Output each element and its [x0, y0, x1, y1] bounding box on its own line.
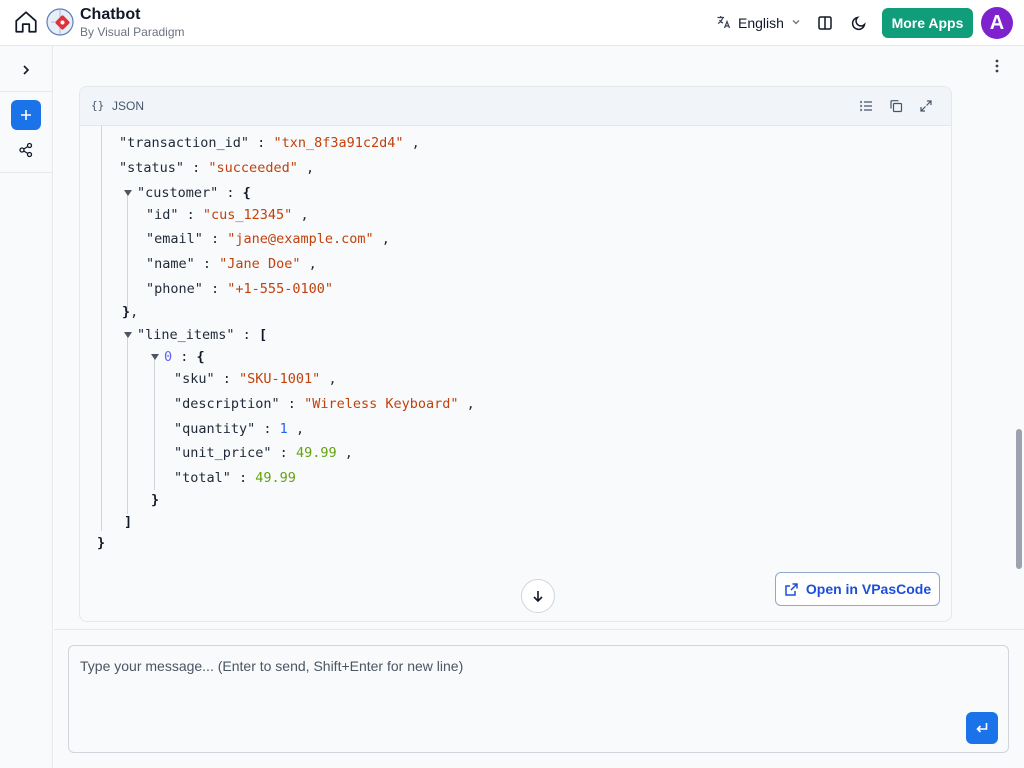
page-scrollbar[interactable] [1016, 429, 1022, 569]
tree-guide-line [127, 336, 128, 514]
json-line[interactable]: "line_items" : [ [124, 326, 267, 344]
open-in-vpascode-button[interactable]: Open in VPasCode [775, 572, 940, 606]
message-input[interactable] [69, 646, 1008, 752]
app-title: Chatbot [80, 6, 141, 23]
dark-mode-icon[interactable] [848, 12, 870, 34]
sidebar [0, 46, 53, 768]
avatar[interactable]: A [981, 7, 1013, 39]
collapse-triangle-icon[interactable] [124, 190, 132, 196]
json-line: "phone" : "+1-555-0100" [146, 281, 333, 297]
json-line: "unit_price" : 49.99 , [174, 445, 353, 461]
language-label: English [738, 15, 784, 31]
home-icon[interactable] [12, 8, 40, 36]
enter-icon [976, 723, 988, 733]
send-button[interactable] [966, 712, 998, 744]
plus-icon [21, 110, 31, 120]
json-line: "transaction_id" : "txn_8f3a91c2d4" , [119, 135, 420, 151]
chat-area: {} JSON "transaction_id" : "txn_8f3a91c2… [54, 46, 1024, 629]
share-icon[interactable] [14, 138, 38, 162]
message-composer [68, 645, 1009, 753]
sidebar-toggle-icon[interactable] [814, 12, 836, 34]
sidebar-divider [0, 91, 53, 92]
code-block-header: {} JSON [80, 87, 951, 126]
tree-guide-line [127, 194, 128, 312]
chevron-right-icon[interactable] [14, 58, 38, 82]
more-apps-button[interactable]: More Apps [882, 8, 973, 38]
external-link-icon [785, 582, 798, 596]
json-code-block: {} JSON "transaction_id" : "txn_8f3a91c2… [79, 86, 952, 622]
json-line: "id" : "cus_12345" , [146, 207, 309, 223]
composer-area [54, 629, 1024, 768]
arrow-down-icon [533, 591, 543, 603]
app-subtitle: By Visual Paradigm [80, 25, 185, 39]
chevron-down-icon [790, 15, 802, 31]
json-line: "description" : "Wireless Keyboard" , [174, 396, 475, 412]
json-line: "name" : "Jane Doe" , [146, 256, 317, 272]
json-line: }, [122, 304, 139, 320]
open-in-vpascode-label: Open in VPasCode [805, 581, 932, 597]
more-vertical-icon[interactable] [989, 56, 1005, 76]
json-line: ] [124, 514, 133, 530]
collapse-triangle-icon[interactable] [151, 354, 159, 360]
new-chat-button[interactable] [11, 100, 41, 130]
list-tree-icon[interactable] [857, 97, 875, 115]
tree-guide-line [101, 126, 102, 531]
code-language-label: JSON [112, 99, 145, 113]
json-line: "sku" : "SKU-1001" , [174, 371, 337, 387]
expand-icon[interactable] [917, 97, 935, 115]
json-line: "quantity" : 1 , [174, 421, 305, 437]
json-line: } [151, 492, 160, 508]
json-line: "email" : "jane@example.com" , [146, 231, 390, 247]
sidebar-divider [0, 172, 53, 173]
app-logo-icon [46, 8, 74, 36]
tree-guide-line [154, 358, 155, 490]
json-line[interactable]: "customer" : { [124, 184, 251, 202]
json-braces-icon: {} [91, 99, 105, 112]
json-line[interactable]: 0 : { [151, 348, 205, 366]
collapse-triangle-icon[interactable] [124, 332, 132, 338]
language-selector[interactable]: English [716, 12, 802, 34]
json-line: "total" : 49.99 [174, 470, 296, 486]
top-bar: Chatbot By Visual Paradigm English More … [0, 0, 1024, 46]
json-line: "status" : "succeeded" , [119, 160, 315, 176]
copy-icon[interactable] [887, 97, 905, 115]
json-line: } [97, 535, 106, 551]
scroll-to-bottom-button[interactable] [521, 579, 555, 613]
translate-icon [716, 14, 732, 33]
